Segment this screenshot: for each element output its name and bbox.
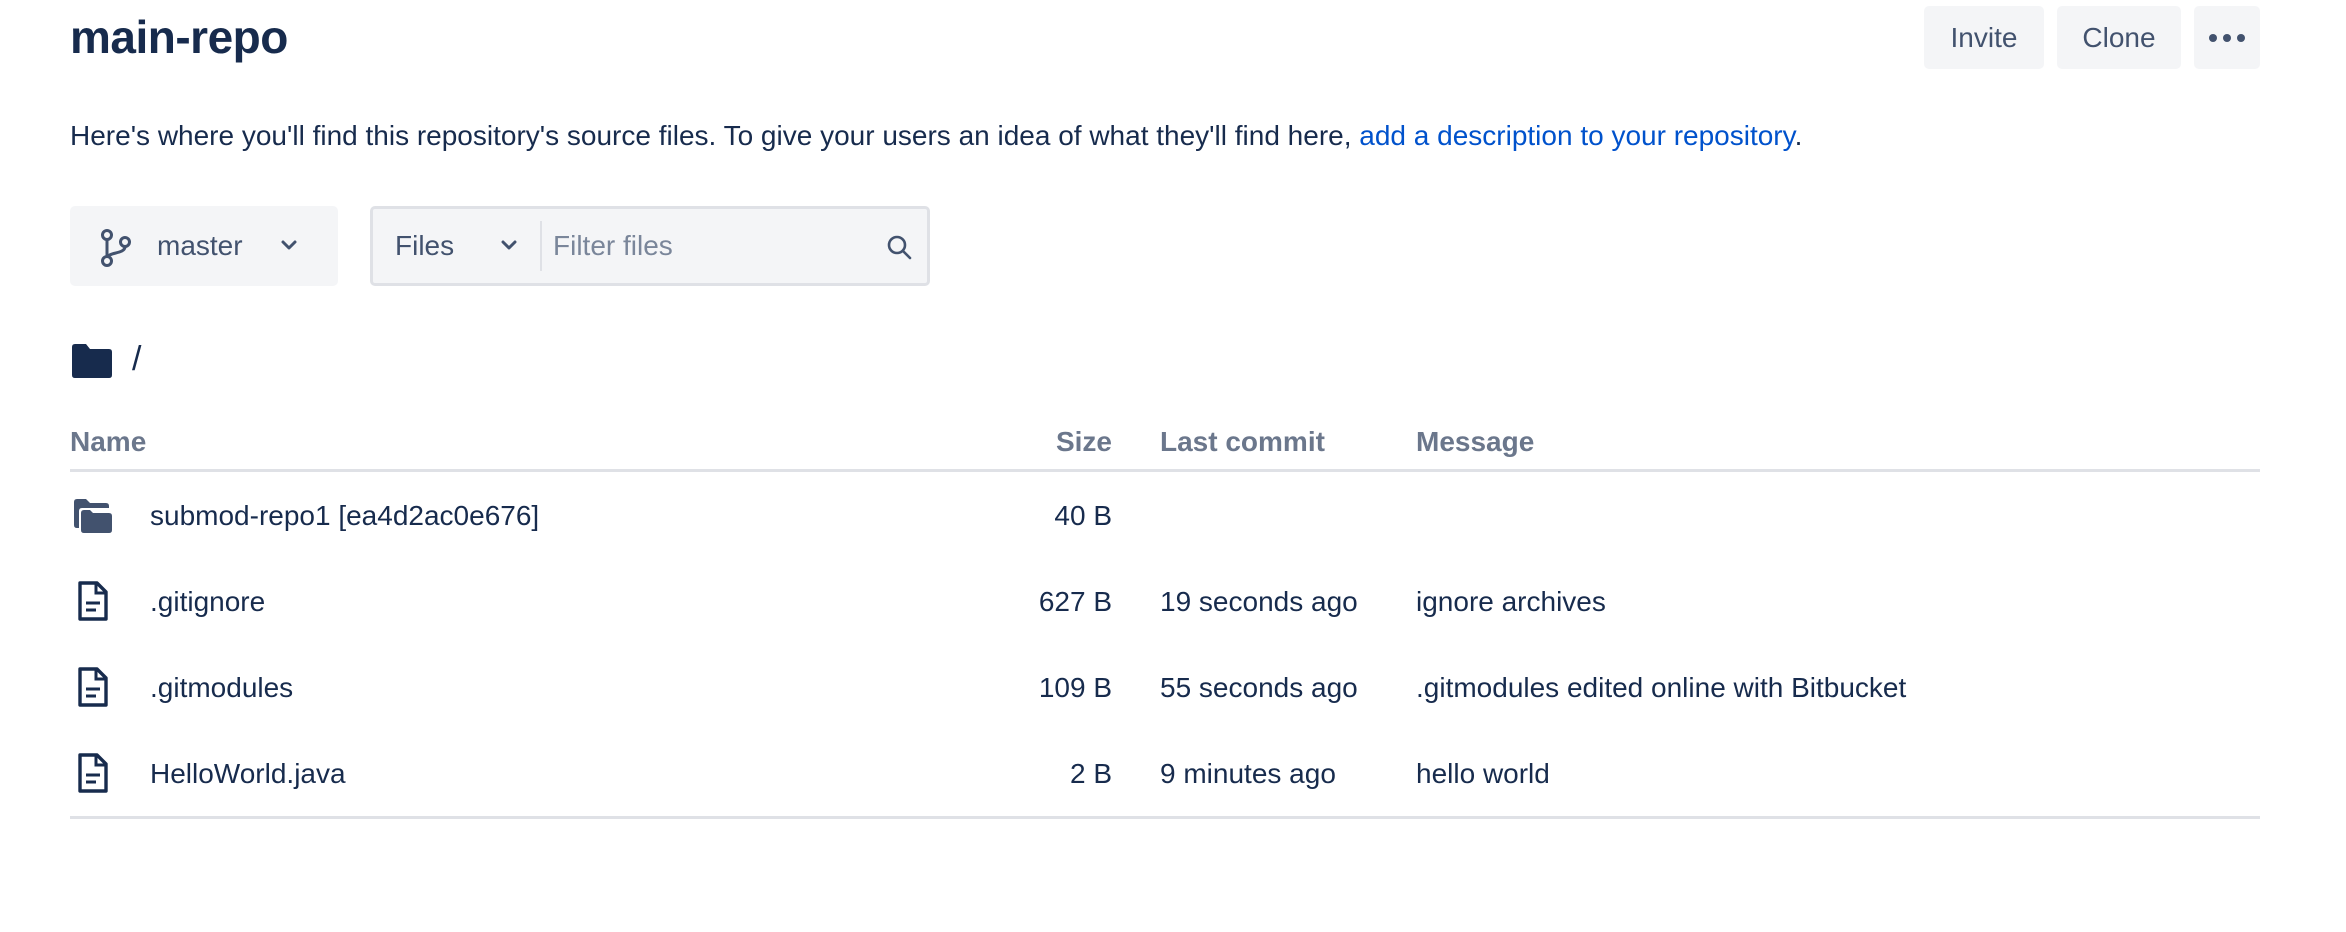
breadcrumb-path[interactable]: / xyxy=(132,340,141,379)
branch-selector[interactable]: master xyxy=(70,206,338,286)
divider xyxy=(540,221,542,271)
table-row[interactable]: submod-repo1 [ea4d2ac0e676] 40 B xyxy=(70,472,2260,558)
last-commit: 55 seconds ago xyxy=(1160,672,1358,703)
repository-source-page: main-repo Invite Clone Here's where you'… xyxy=(70,0,2260,932)
header-actions: Invite Clone xyxy=(1924,6,2260,69)
table-row[interactable]: HelloWorld.java 2 B 9 minutes ago hello … xyxy=(70,730,2260,816)
page-header: main-repo Invite Clone xyxy=(70,0,2260,72)
description-text: Here's where you'll find this repository… xyxy=(70,120,1360,151)
invite-button[interactable]: Invite xyxy=(1924,6,2044,69)
column-header-message: Message xyxy=(1416,426,1535,457)
file-icon xyxy=(78,581,108,621)
add-description-link[interactable]: add a description to your repository xyxy=(1359,120,1794,151)
last-commit: 19 seconds ago xyxy=(1160,586,1358,617)
file-filter-box: Files xyxy=(370,206,930,286)
filter-files-input[interactable] xyxy=(553,221,873,271)
column-header-size: Size xyxy=(1055,426,1112,457)
file-icon xyxy=(78,667,108,707)
file-name[interactable]: HelloWorld.java xyxy=(150,758,346,790)
file-size: 40 B xyxy=(1054,500,1112,531)
file-name[interactable]: .gitmodules xyxy=(150,672,293,704)
description-suffix: . xyxy=(1794,120,1803,151)
table-row[interactable]: .gitmodules 109 B 55 seconds ago .gitmod… xyxy=(70,644,2260,730)
chevron-down-icon[interactable] xyxy=(498,238,520,254)
table-row[interactable]: .gitignore 627 B 19 seconds ago ignore a… xyxy=(70,558,2260,644)
repository-description: Here's where you'll find this repository… xyxy=(70,120,1802,152)
search-icon[interactable] xyxy=(885,233,913,261)
chevron-down-icon xyxy=(281,240,297,250)
file-table: Name Size Last commit Message submod-rep… xyxy=(70,418,2260,819)
branch-icon xyxy=(101,229,131,267)
table-bottom-divider xyxy=(70,816,2260,819)
commit-message: hello world xyxy=(1416,758,1550,789)
table-header: Name Size Last commit Message xyxy=(70,418,2260,472)
file-name[interactable]: submod-repo1 [ea4d2ac0e676] xyxy=(150,500,539,532)
file-size: 2 B xyxy=(1069,758,1112,789)
breadcrumb: / xyxy=(70,340,141,379)
more-actions-button[interactable] xyxy=(2194,6,2260,69)
column-header-name: Name xyxy=(70,426,147,457)
submodule-folder-icon xyxy=(74,499,112,533)
branch-label: master xyxy=(157,230,243,261)
file-size: 109 B xyxy=(1038,672,1112,703)
commit-message: .gitmodules edited online with Bitbucket xyxy=(1416,672,1907,703)
more-horizontal-icon xyxy=(2209,33,2245,42)
page-title: main-repo xyxy=(70,11,288,63)
file-name[interactable]: .gitignore xyxy=(150,586,265,618)
file-icon xyxy=(78,753,108,793)
file-size: 627 B xyxy=(1038,586,1112,617)
folder-icon xyxy=(72,343,112,378)
clone-button[interactable]: Clone xyxy=(2057,6,2181,69)
commit-message: ignore archives xyxy=(1416,586,1606,617)
files-dropdown[interactable]: Files xyxy=(395,230,454,262)
column-header-last-commit: Last commit xyxy=(1160,426,1325,457)
last-commit: 9 minutes ago xyxy=(1160,758,1336,789)
